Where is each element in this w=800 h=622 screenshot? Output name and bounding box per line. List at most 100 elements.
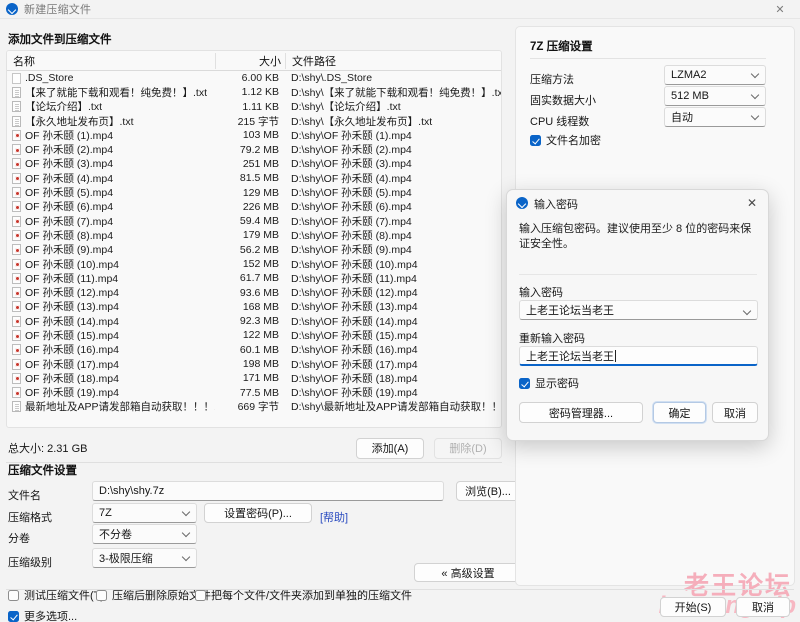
footer-cancel-button[interactable]: 取消	[736, 597, 790, 617]
file-size-cell: 59.4 MB	[239, 215, 279, 228]
table-row[interactable]: OF 孙禾颐 (19).mp4 77.5 MB D:\shy\OF 孙禾颐 (19)…	[7, 386, 501, 400]
file-name-cell: .DS_Store	[7, 72, 215, 84]
table-row[interactable]: 【论坛介绍】.txt 1.11 KB D:\shy\【论坛介绍】.txt	[7, 100, 501, 114]
text-caret	[615, 349, 616, 362]
file-size-cell: 226 MB	[242, 200, 279, 213]
table-row[interactable]: OF 孙禾颐 (15).mp4 122 MB D:\shy\OF 孙禾颐 (15).…	[7, 328, 501, 342]
solid-size-value: 512 MB	[671, 90, 709, 102]
set-password-button[interactable]: 设置密码(P)...	[204, 503, 312, 523]
file-size-cell: 168 MB	[242, 300, 279, 313]
file-path-cell: D:\shy\OF 孙禾颐 (17).mp4	[291, 358, 418, 371]
table-row[interactable]: OF 孙禾颐 (7).mp4 59.4 MB D:\shy\OF 孙禾颐 (7).m…	[7, 214, 501, 228]
table-row[interactable]: OF 孙禾颐 (14).mp4 92.3 MB D:\shy\OF 孙禾颐 (14)…	[7, 314, 501, 328]
file-name-cell: 【论坛介绍】.txt	[7, 99, 215, 114]
table-row[interactable]: OF 孙禾颐 (13).mp4 168 MB D:\shy\OF 孙禾颐 (13).…	[7, 300, 501, 314]
file-name-label: OF 孙禾颐 (9).mp4	[25, 244, 114, 257]
table-row[interactable]: 最新地址及APP请发部箱自动获取！！！.txt 669 字节 D:\shy\最新地址…	[7, 400, 501, 414]
table-row[interactable]: OF 孙禾颐 (17).mp4 198 MB D:\shy\OF 孙禾颐 (17).…	[7, 357, 501, 371]
app-icon	[6, 3, 18, 15]
file-size-cell: 81.5 MB	[239, 172, 279, 185]
column-header-size[interactable]: 大小	[215, 52, 285, 69]
cpu-threads-value: 自动	[671, 112, 693, 124]
checkbox-encrypt-filenames[interactable]: 文件名加密	[530, 132, 601, 148]
file-name-label: 最新地址及APP请发部箱自动获取！！！.txt	[25, 401, 215, 414]
checkbox-show-password[interactable]: 显示密码	[519, 375, 579, 391]
delete-button[interactable]: 删除(D)	[434, 437, 502, 459]
compression-level-select[interactable]: 3-极限压缩	[92, 548, 197, 568]
file-path-cell: D:\shy\OF 孙禾颐 (6).mp4	[291, 201, 412, 214]
checkbox-box	[96, 589, 107, 601]
file-size-cell: 77.5 MB	[239, 386, 279, 399]
file-path-cell: D:\shy\OF 孙禾颐 (8).mp4	[291, 229, 412, 242]
mp4-file-icon	[12, 315, 21, 327]
column-header-name[interactable]: 名称	[7, 53, 215, 69]
table-row[interactable]: OF 孙禾颐 (3).mp4 251 MB D:\shy\OF 孙禾颐 (3).mp…	[7, 157, 501, 171]
mp4-file-icon	[12, 287, 21, 299]
checkbox-more-options-label: 更多选项...	[24, 611, 78, 622]
cpu-threads-select[interactable]: 自动	[664, 107, 766, 127]
help-link[interactable]: [帮助]	[320, 509, 348, 525]
format-select[interactable]: 7Z	[92, 503, 197, 523]
table-row[interactable]: OF 孙禾颐 (11).mp4 61.7 MB D:\shy\OF 孙禾颐 (11)…	[7, 271, 501, 285]
file-name-cell: OF 孙禾颐 (11).mp4	[7, 271, 215, 286]
file-path-cell: D:\shy\OF 孙禾颐 (14).mp4	[291, 315, 418, 328]
table-row[interactable]: OF 孙禾颐 (12).mp4 93.6 MB D:\shy\OF 孙禾颐 (12)…	[7, 285, 501, 299]
table-row[interactable]: OF 孙禾颐 (9).mp4 56.2 MB D:\shy\OF 孙禾颐 (9).m…	[7, 243, 501, 257]
total-size-label: 总大小: 2.31 GB	[8, 443, 88, 455]
file-list[interactable]: 名称 大小 文件路径 .DS_Store 6.00 KB D:\shy\.DS_St…	[6, 50, 502, 428]
7z-settings-title: 7Z 压缩设置	[530, 41, 593, 53]
table-row[interactable]: OF 孙禾颐 (1).mp4 103 MB D:\shy\OF 孙禾颐 (1).mp…	[7, 128, 501, 142]
dialog-description: 输入压缩包密码。建议使用至少 8 位的密码来保证安全性。	[519, 223, 752, 251]
close-icon[interactable]: ✕	[760, 0, 800, 19]
dialog-ok-button[interactable]: 确定	[653, 402, 706, 423]
method-select[interactable]: LZMA2	[664, 65, 766, 85]
table-row[interactable]: 【来了就能下载和观看！纯免费！】.txt 1.12 KB D:\shy\【来了就能下…	[7, 85, 501, 99]
table-row[interactable]: OF 孙禾颐 (4).mp4 81.5 MB D:\shy\OF 孙禾颐 (4).m…	[7, 171, 501, 185]
file-name-label: OF 孙禾颐 (3).mp4	[25, 158, 114, 171]
table-row[interactable]: 【永久地址发布页】.txt 215 字节 D:\shy\【永久地址发布页】.txt	[7, 114, 501, 128]
checkbox-more-options[interactable]: 更多选项...	[8, 608, 77, 622]
dialog-cancel-button[interactable]: 取消	[712, 402, 758, 423]
confirm-password-input[interactable]: 上老王论坛当老王	[519, 346, 758, 366]
confirm-password-label: 重新输入密码	[519, 333, 585, 345]
archive-settings-title: 压缩文件设置	[8, 465, 77, 477]
volume-select[interactable]: 不分卷	[92, 524, 197, 544]
password-input[interactable]: 上老王论坛当老王	[519, 300, 758, 320]
file-name-cell: OF 孙禾颐 (15).mp4	[7, 328, 215, 343]
filename-input[interactable]: D:\shy\shy.7z	[92, 481, 444, 501]
method-select-value: LZMA2	[671, 69, 707, 81]
divider-1	[6, 462, 502, 463]
compression-level-value: 3-极限压缩	[99, 553, 153, 565]
chevron-down-icon	[750, 90, 760, 100]
file-path-cell: D:\shy\OF 孙禾颐 (2).mp4	[291, 144, 412, 157]
file-name-label: OF 孙禾颐 (16).mp4	[25, 344, 119, 357]
file-name-label: OF 孙禾颐 (12).mp4	[25, 287, 119, 300]
text-file-icon	[12, 401, 21, 413]
solid-size-select[interactable]: 512 MB	[664, 86, 766, 106]
table-row[interactable]: .DS_Store 6.00 KB D:\shy\.DS_Store	[7, 71, 501, 85]
file-name-cell: OF 孙禾颐 (13).mp4	[7, 299, 215, 314]
add-button[interactable]: 添加(A)	[356, 437, 424, 459]
dialog-close-icon[interactable]: ✕	[736, 190, 768, 215]
advanced-settings-button[interactable]: « 高级设置	[414, 563, 522, 582]
start-button[interactable]: 开始(S)	[660, 597, 726, 617]
table-row[interactable]: OF 孙禾颐 (16).mp4 60.1 MB D:\shy\OF 孙禾颐 (16)…	[7, 343, 501, 357]
file-name-label: OF 孙禾颐 (15).mp4	[25, 330, 119, 342]
table-row[interactable]: OF 孙禾颐 (8).mp4 179 MB D:\shy\OF 孙禾颐 (8).mp…	[7, 228, 501, 242]
table-row[interactable]: OF 孙禾颐 (5).mp4 129 MB D:\shy\OF 孙禾颐 (5).mp…	[7, 185, 501, 199]
mp4-file-icon	[12, 129, 21, 141]
file-name-label: OF 孙禾颐 (2).mp4	[25, 144, 114, 157]
table-row[interactable]: OF 孙禾颐 (2).mp4 79.2 MB D:\shy\OF 孙禾颐 (2).m…	[7, 142, 501, 156]
column-header-path[interactable]: 文件路径	[285, 52, 483, 69]
file-name-cell: 最新地址及APP请发部箱自动获取！！！.txt	[7, 399, 215, 414]
file-name-label: OF 孙禾颐 (17).mp4	[25, 358, 119, 371]
table-row[interactable]: OF 孙禾颐 (18).mp4 171 MB D:\shy\OF 孙禾颐 (18).…	[7, 371, 501, 385]
file-name-label: OF 孙禾颐 (1).mp4	[25, 129, 114, 142]
confirm-password-value: 上老王论坛当老王	[526, 350, 614, 363]
table-row[interactable]: OF 孙禾颐 (6).mp4 226 MB D:\shy\OF 孙禾颐 (6).mp…	[7, 200, 501, 214]
password-manager-button[interactable]: 密码管理器...	[519, 402, 643, 423]
table-row[interactable]: OF 孙禾颐 (10).mp4 152 MB D:\shy\OF 孙禾颐 (10).…	[7, 257, 501, 271]
add-files-section-title: 添加文件到压缩文件	[8, 34, 112, 46]
file-size-cell: 1.12 KB	[241, 86, 279, 99]
browse-button[interactable]: 浏览(B)...	[456, 481, 520, 501]
